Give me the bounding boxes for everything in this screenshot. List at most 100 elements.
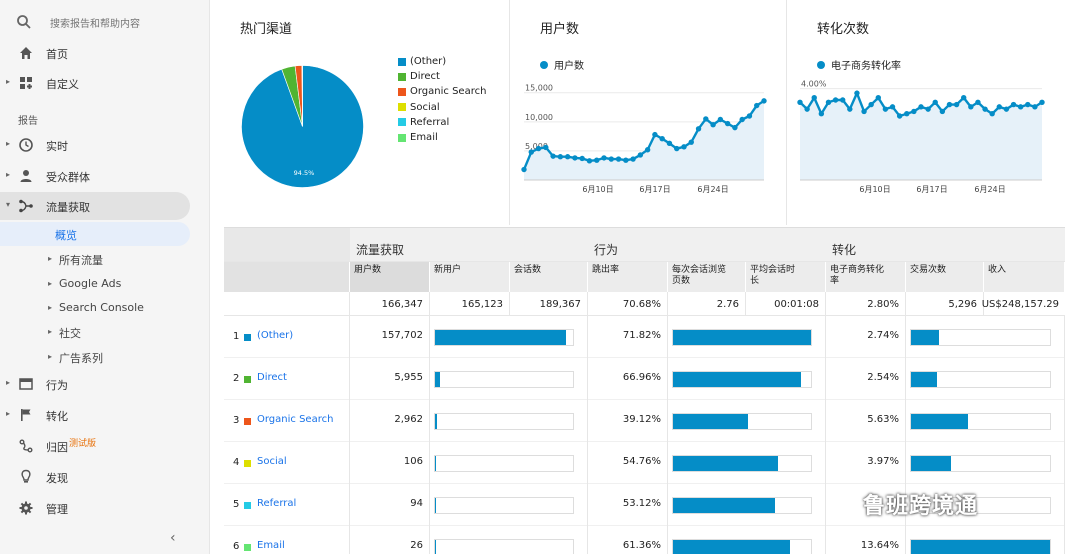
data-point[interactable] [695,126,702,132]
data-point[interactable] [659,135,665,142]
sub-item-search-console[interactable]: ▸ Search Console [0,297,210,319]
pie-legend-item[interactable]: Email [398,132,438,143]
data-point[interactable] [825,99,832,105]
data-point[interactable] [535,145,542,152]
nav-custom[interactable]: ▸ 自定义 [0,69,210,97]
data-point[interactable] [961,95,967,101]
data-point[interactable] [564,154,571,160]
data-point[interactable] [754,102,760,109]
col-header-users[interactable]: 用户数 ⬇ [350,262,430,292]
nav-acquisition[interactable]: ▾ 流量获取 [0,192,190,220]
data-point[interactable] [1025,101,1031,108]
channel-link[interactable]: Social [257,456,287,467]
col-header-new-users[interactable]: 新用户 [430,262,510,292]
data-point[interactable] [861,108,867,115]
data-point[interactable] [882,106,889,112]
sub-item-all-traffic[interactable]: ▸ 所有流量 [0,248,210,270]
nav-audience[interactable]: ▸ 受众群体 [0,162,210,190]
nav-discover[interactable]: 发现 [0,463,210,491]
nav-realtime[interactable]: ▸ 实时 [0,131,210,159]
data-point[interactable] [724,120,731,127]
nav-attribution[interactable]: 归因测试版 [0,432,210,460]
nav-behavior[interactable]: ▸ 行为 [0,370,210,398]
data-point[interactable] [579,155,585,162]
data-point[interactable] [904,111,910,117]
data-point[interactable] [674,145,680,152]
data-point[interactable] [804,106,810,112]
data-point[interactable] [644,147,651,153]
data-point[interactable] [918,104,924,110]
pie-legend-item[interactable]: (Other) [398,56,446,67]
data-point[interactable] [637,152,644,158]
data-point[interactable] [594,157,600,163]
data-point[interactable] [739,116,745,123]
data-point[interactable] [896,113,903,119]
search-box[interactable]: 搜索报告和帮助内容 [0,6,210,38]
channel-link[interactable]: Referral [257,498,296,509]
data-point[interactable] [1017,104,1024,110]
data-point[interactable] [975,99,981,105]
data-point[interactable] [932,99,938,105]
data-point[interactable] [1010,101,1017,108]
col-header-sessions[interactable]: 会话数 [510,262,588,292]
data-point[interactable] [1039,99,1045,105]
data-point[interactable] [818,111,825,117]
data-point[interactable] [608,156,614,162]
data-point[interactable] [1032,104,1038,110]
data-point[interactable] [854,90,860,96]
col-header-revenue[interactable]: 收入 [984,262,1065,292]
nav-overview[interactable]: 概览 [0,222,190,246]
sub-item-google-ads[interactable]: ▸ Google Ads [0,273,210,295]
data-point[interactable] [543,144,549,151]
data-point[interactable] [572,155,578,161]
data-point[interactable] [521,166,527,173]
sub-item-campaigns[interactable]: ▸ 广告系列 [0,346,210,368]
pie-legend-item[interactable]: Organic Search [398,86,486,97]
data-point[interactable] [925,106,931,112]
data-point[interactable] [868,101,874,108]
col-header-ecommerce-conv-rate[interactable]: 电子商务转化率 [826,262,906,292]
channel-link[interactable]: Email [257,540,285,551]
data-point[interactable] [623,157,629,163]
data-point[interactable] [666,140,673,147]
data-point[interactable] [939,108,946,115]
data-point[interactable] [996,104,1002,110]
data-point[interactable] [1003,106,1010,112]
data-point[interactable] [688,139,694,145]
data-point[interactable] [630,156,636,162]
data-point[interactable] [550,153,556,159]
data-point[interactable] [528,149,534,155]
data-point[interactable] [847,106,853,112]
data-point[interactable] [797,99,803,105]
data-point[interactable] [989,111,995,117]
data-point[interactable] [732,124,738,131]
data-point[interactable] [840,97,846,103]
data-point[interactable] [557,154,564,160]
data-point[interactable] [968,104,974,110]
channel-link[interactable]: Direct [257,372,287,383]
data-point[interactable] [911,108,917,115]
data-point[interactable] [681,144,687,150]
data-point[interactable] [586,158,593,164]
data-point[interactable] [953,101,960,108]
collapse-sidebar-icon[interactable]: ‹ [170,530,176,546]
nav-conversions[interactable]: ▸ 转化 [0,401,210,429]
data-point[interactable] [717,116,724,123]
col-header-transactions[interactable]: 交易次数 [906,262,984,292]
channel-link[interactable]: (Other) [257,330,293,341]
data-point[interactable] [875,95,881,101]
channel-link[interactable]: Organic Search [257,414,333,425]
data-point[interactable] [811,95,817,101]
pie-legend-item[interactable]: Direct [398,71,440,82]
data-point[interactable] [615,156,622,162]
data-point[interactable] [652,131,658,138]
data-point[interactable] [761,98,767,104]
data-point[interactable] [982,106,988,112]
data-point[interactable] [832,97,839,103]
pie-legend-item[interactable]: Referral [398,117,449,128]
sub-item-social[interactable]: ▸ 社交 [0,321,210,343]
col-header-avg-session-duration[interactable]: 平均会话时长 [746,262,826,292]
data-point[interactable] [703,116,709,122]
nav-admin[interactable]: 管理 [0,494,210,522]
data-point[interactable] [601,155,607,161]
